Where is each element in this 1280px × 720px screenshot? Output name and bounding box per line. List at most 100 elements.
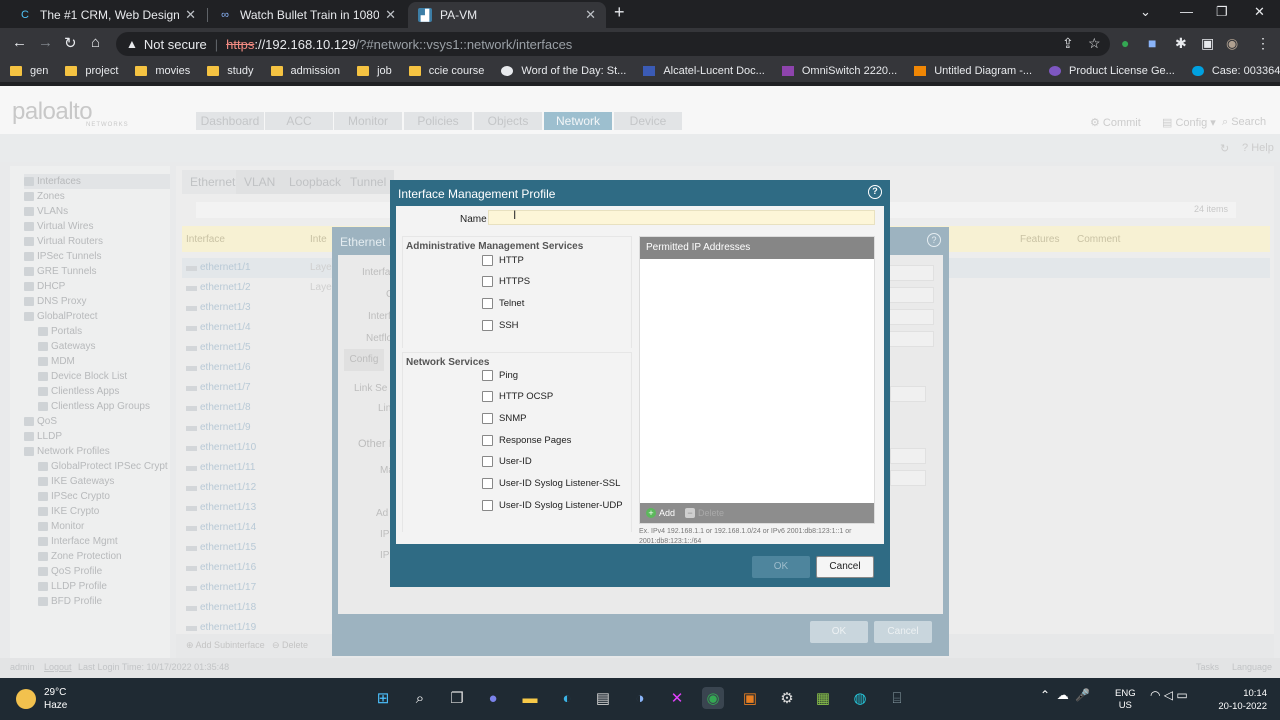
checkbox-box[interactable] (482, 391, 493, 403)
bookmark-untitled-diagram[interactable]: Untitled Diagram -... (914, 65, 1032, 77)
app-icon[interactable]: ▣ (739, 687, 761, 709)
teams-chat-icon[interactable]: ● (482, 687, 504, 709)
http-ocsp-checkbox[interactable]: HTTP OCSP (482, 390, 553, 404)
home-icon[interactable]: ⌂ (91, 34, 100, 51)
system-tray[interactable]: ⌃ ☁ 🎤 (1040, 688, 1090, 702)
interface-name-link[interactable]: ethernet1/16 (200, 562, 256, 573)
tab-tunnel[interactable]: Tunnel (342, 170, 395, 194)
close-tab-icon[interactable]: ✕ (385, 7, 396, 23)
name-field[interactable] (488, 210, 875, 225)
extensions-puzzle-icon[interactable]: ✱ (1175, 35, 1187, 52)
sidebar-item-virtual-wires[interactable]: Virtual Wires (24, 219, 94, 234)
browser-tab-pavm[interactable]: ▟ PA-VM ✕ (408, 2, 606, 28)
help-icon[interactable]: ? (927, 233, 941, 247)
app-icon[interactable]: ▦ (812, 687, 834, 709)
language-button[interactable]: Language (1232, 662, 1272, 672)
minimize-button[interactable]: — (1180, 4, 1193, 19)
address-bar[interactable]: ▲ Not secure | https ://192.168.10.129 /… (116, 32, 1110, 56)
sidebar-item-virtual-routers[interactable]: Virtual Routers (24, 234, 103, 249)
bookmark-project[interactable]: project (65, 65, 118, 77)
chrome-icon[interactable]: ◉ (702, 687, 724, 709)
ok-button[interactable]: OK (752, 556, 810, 578)
checkbox-box[interactable] (482, 319, 493, 331)
sidebar-item-zones[interactable]: Zones (24, 189, 65, 204)
nav-tab-monitor[interactable]: Monitor (334, 112, 402, 130)
sidebar-item-device-block-list[interactable]: Device Block List (38, 369, 127, 384)
back-icon[interactable]: ← (12, 34, 27, 51)
interface-name-link[interactable]: ethernet1/9 (200, 422, 251, 433)
commit-button[interactable]: ⚙ Commit (1090, 116, 1141, 129)
checkbox-box[interactable] (482, 254, 493, 266)
refresh-icon[interactable]: ↻ (1220, 142, 1229, 155)
sidebar-item-clientless-apps[interactable]: Clientless Apps (38, 384, 119, 399)
browser-tab-crm[interactable]: C The #1 CRM, Web Design and Pl ✕ (8, 2, 206, 28)
network-app-icon[interactable]: ⌸ (886, 687, 908, 709)
grammarly-extension-icon[interactable]: ● (1121, 35, 1129, 51)
cancel-button[interactable]: Cancel (816, 556, 874, 578)
delete-button[interactable]: ⊖ Delete (272, 640, 308, 651)
checkbox-box[interactable] (482, 276, 493, 288)
interface-name-link[interactable]: ethernet1/11 (200, 462, 255, 473)
sidebar-item-ike-crypto[interactable]: IKE Crypto (38, 504, 99, 519)
interface-name-link[interactable]: ethernet1/12 (200, 482, 256, 493)
interface-name-link[interactable]: ethernet1/7 (200, 382, 251, 393)
bookmark-study[interactable]: study (207, 65, 254, 77)
sidebar-item-globalprotect[interactable]: GlobalProtect (24, 309, 98, 324)
interface-name-link[interactable]: ethernet1/2 (200, 282, 251, 293)
interface-name-link[interactable]: ethernet1/6 (200, 362, 251, 373)
tab-loopback[interactable]: Loopback (281, 170, 350, 194)
ping-checkbox[interactable]: Ping (482, 368, 518, 382)
search-button[interactable]: ⌕ Search (1222, 116, 1266, 129)
sidebar-item-mdm[interactable]: MDM (38, 354, 75, 369)
add-subinterface-button[interactable]: ⊕ Add Subinterface (186, 640, 265, 651)
tab-ethernet[interactable]: Ethernet (182, 170, 244, 194)
close-tab-icon[interactable]: ✕ (185, 7, 196, 23)
interface-name-link[interactable]: ethernet1/1 (200, 262, 251, 273)
maximize-button[interactable]: ❐ (1216, 4, 1228, 20)
nav-tab-dashboard[interactable]: Dashboard (196, 112, 264, 130)
add-ip-button[interactable]: + Add (646, 508, 675, 518)
sidebar-item-gateways[interactable]: Gateways (38, 339, 95, 354)
nav-tab-network[interactable]: Network (544, 112, 612, 130)
browser-tab-video[interactable]: ∞ Watch Bullet Train in 1080p on S ✕ (208, 2, 406, 28)
help-icon[interactable]: ? (868, 185, 882, 199)
bookmark-case[interactable]: Case: 00336464 - C... (1191, 65, 1280, 77)
sidebar-item-qos-profile[interactable]: QoS Profile (38, 564, 102, 579)
app-icon[interactable]: ✕ (666, 687, 688, 709)
eth-dropdown[interactable] (890, 448, 926, 464)
eth-tab-config[interactable]: Config (344, 349, 384, 371)
bookmark-product-license[interactable]: Product License Ge... (1049, 65, 1175, 77)
eth-dropdown[interactable] (890, 386, 926, 402)
close-tab-icon[interactable]: ✕ (585, 7, 596, 23)
checkbox-box[interactable] (482, 412, 493, 424)
settings-icon[interactable]: ⚙ (776, 687, 798, 709)
tab-search-icon[interactable]: ⌄ (1140, 4, 1151, 20)
interface-name-link[interactable]: ethernet1/4 (200, 322, 251, 333)
store-icon[interactable]: ▤ (592, 687, 614, 709)
sidebar-item-ipsec-tunnels[interactable]: IPSec Tunnels (24, 249, 101, 264)
interface-name-link[interactable]: ethernet1/15 (200, 542, 256, 553)
ssh-checkbox[interactable]: SSH (482, 318, 519, 332)
nav-tab-objects[interactable]: Objects (474, 112, 542, 130)
sidebar-item-vlans[interactable]: VLANs (24, 204, 68, 219)
sidebar-item-network-profiles[interactable]: Network Profiles (24, 444, 110, 459)
interface-name-link[interactable]: ethernet1/3 (200, 302, 251, 313)
sidebar-item-lldp-profile[interactable]: LLDP Profile (38, 579, 107, 594)
checkbox-box[interactable] (482, 297, 493, 309)
task-view-icon[interactable]: ❐ (446, 687, 468, 709)
sidebar-item-interfaces[interactable]: Interfaces (24, 174, 170, 189)
sidebar-item-bfd-profile[interactable]: BFD Profile (38, 594, 102, 609)
bookmark-ccie-course[interactable]: ccie course (408, 65, 484, 77)
user-id-checkbox[interactable]: User-ID (482, 455, 532, 469)
https-checkbox[interactable]: HTTPS (482, 275, 530, 289)
checkbox-box[interactable] (482, 478, 493, 489)
delete-ip-button[interactable]: − Delete (685, 508, 724, 518)
edge-icon[interactable]: ◐ (556, 687, 578, 709)
sidebar-item-zone-protection[interactable]: Zone Protection (38, 549, 122, 564)
eth-cancel-button[interactable]: Cancel (874, 621, 932, 643)
nav-tab-policies[interactable]: Policies (404, 112, 472, 130)
bookmark-star-icon[interactable]: ☆ (1088, 35, 1101, 52)
bookmark-word-of-day[interactable]: Word of the Day: St... (501, 65, 626, 77)
config-button[interactable]: ▤ Config ▾ (1162, 116, 1216, 129)
sidebar-item-monitor[interactable]: Monitor (38, 519, 84, 534)
